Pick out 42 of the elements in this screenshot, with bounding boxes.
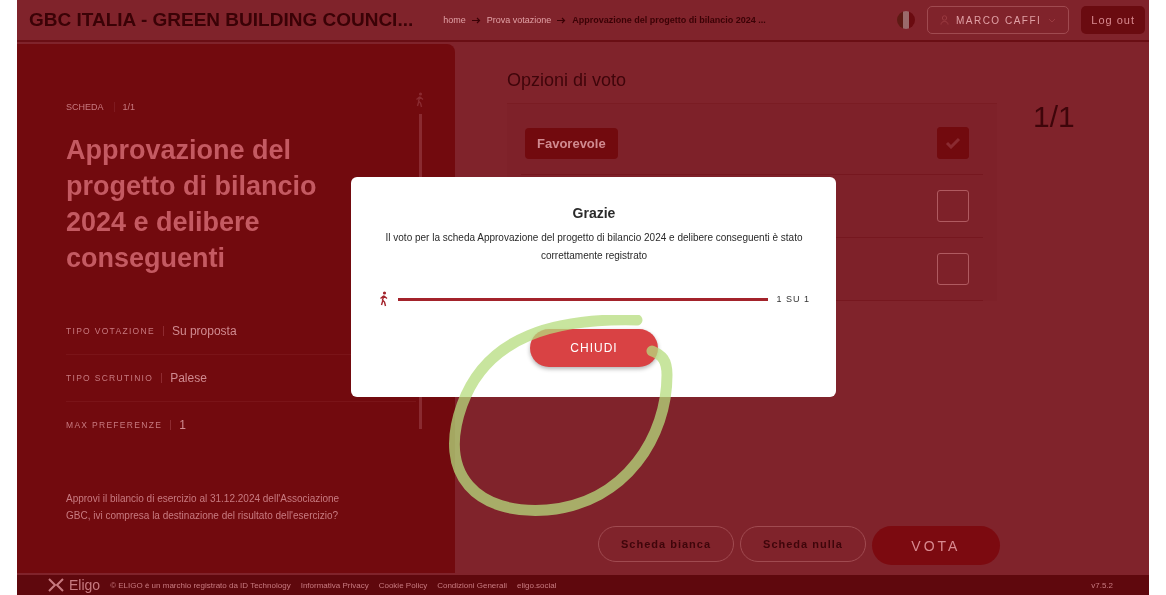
site-title: GBC ITALIA - GREEN BUILDING COUNCI... xyxy=(29,9,414,31)
option-checkbox[interactable] xyxy=(937,127,969,159)
footer-brand: Eligo xyxy=(69,577,101,593)
detail-label: TIPO SCRUTINIO xyxy=(66,373,163,383)
checkmark-icon xyxy=(945,137,961,149)
option-label: Favorevole xyxy=(525,127,618,159)
version-label: v7.5.2 xyxy=(1091,580,1113,590)
option-checkbox[interactable] xyxy=(937,190,969,222)
footer-link[interactable]: eligo.social xyxy=(517,580,557,590)
walking-person-icon xyxy=(378,291,390,307)
breadcrumb-link[interactable]: home xyxy=(443,15,466,25)
dialog-title: Grazie xyxy=(572,205,616,221)
detail-value: 1 xyxy=(178,418,186,432)
user-icon xyxy=(939,15,949,25)
logout-button[interactable]: Log out xyxy=(1081,6,1145,34)
arrow-icon xyxy=(471,16,481,24)
logo-icon xyxy=(47,578,65,592)
user-menu[interactable]: MARCO CAFFI xyxy=(926,6,1070,34)
ballot-count: 1/1 xyxy=(113,102,136,112)
close-button[interactable]: CHIUDI xyxy=(530,329,658,367)
progress-reading: 1 SU 1 xyxy=(776,294,810,304)
selection-counter: 1/1 xyxy=(1033,100,1075,134)
breadcrumb-link[interactable]: Prova votazione xyxy=(486,15,552,25)
detail-label: MAX PREFERENZE xyxy=(66,420,172,430)
detail-label: TIPO VOTAZIONE xyxy=(66,326,164,336)
action-button[interactable]: VOTA xyxy=(871,526,1000,565)
dialog-message: Il voto per la scheda Approvazione del progetto di bilancio 2024 e delibere conseguenti è stato correttamente registrato xyxy=(384,231,804,263)
ballot-label: SCHEDA xyxy=(66,102,104,112)
ballot-question: Approvi il bilancio di esercizio al 31.12.2024 dell'Associazione GBC, ivi compresa la destinazione del risultato dell'esercizio? xyxy=(66,492,341,523)
footer-link[interactable]: © ELIGO è un marchio registrato da ID Technology xyxy=(110,580,291,590)
footer-link[interactable]: Condizioni Generali xyxy=(437,580,507,590)
footer-link[interactable]: Informativa Privacy xyxy=(300,580,369,590)
footer-link[interactable]: Cookie Policy xyxy=(378,580,428,590)
option-checkbox[interactable] xyxy=(937,253,969,285)
flag-icon[interactable] xyxy=(896,11,915,29)
walking-person-icon xyxy=(414,92,426,108)
detail-value: Su proposta xyxy=(170,324,237,338)
section-title: Opzioni di voto xyxy=(507,70,628,91)
detail-value: Palese xyxy=(169,371,207,385)
chevron-down-icon xyxy=(1048,17,1057,23)
ballot-title: Approvazione del progetto di bilancio 2024 e delibere conseguenti xyxy=(66,134,318,275)
arrow-icon xyxy=(557,16,567,24)
